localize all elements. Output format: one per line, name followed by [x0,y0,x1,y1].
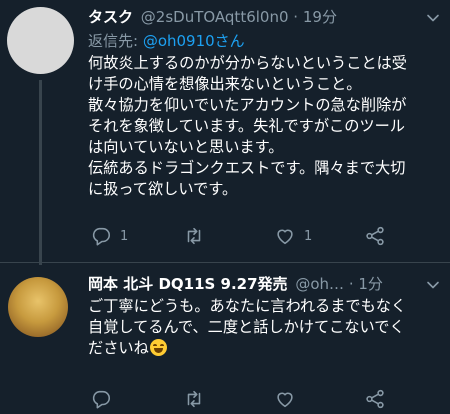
text-line: ご丁寧にどうも。あなたに言われるまでもなく [88,297,407,315]
heart-icon [277,229,293,245]
reply-to: 返信先: @oh0910さん [88,31,245,51]
reply-count: 1 [120,228,129,244]
avatar[interactable] [7,7,74,74]
chevron-down-icon[interactable] [425,277,441,293]
share-button[interactable] [364,224,386,248]
timestamp[interactable]: 1分 [358,275,383,293]
tweet[interactable]: 岡本 北斗 DQ11S 9.27発売 @oh… · 1分 ご丁寧にどうも。あなた… [0,262,450,414]
retweet-icon [187,227,201,245]
text-line: は向いていないと思います。 [88,138,284,156]
text-line-last: ださいね [88,338,406,359]
like-button[interactable]: 1 [274,224,312,248]
reply-handle-link[interactable]: @oh0910さん [143,32,245,50]
author-name[interactable]: タスク [88,8,133,26]
chevron-down-icon[interactable] [425,10,441,26]
text-line: それを象徴しています。失礼ですがこのツール [88,117,405,135]
tweet-header: タスク @2sDuTOAqtt6l0n0 · 19分 [88,7,337,27]
reply-button[interactable]: 1 [90,224,128,248]
author-handle[interactable]: @oh… [295,275,344,293]
author-name[interactable]: 岡本 北斗 DQ11S 9.27発売 [88,275,288,293]
author-handle[interactable]: @2sDuTOAqtt6l0n0 [141,8,289,26]
like-button[interactable] [274,387,296,411]
separator: · [348,275,354,293]
action-bar [88,387,418,411]
reply-button[interactable] [90,387,112,411]
reply-icon [92,390,111,409]
tweet-text: ご丁寧にどうも。あなたに言われるまでもなく 自覚してるんで、二度と話しかけてこな… [88,296,406,359]
share-icon [366,389,384,409]
like-count: 1 [304,228,313,244]
text-line: 何故炎上するのかが分からないということは受 [88,54,407,72]
retweet-icon [187,390,201,408]
text-line: ださいね [88,339,149,357]
grinning-face-icon [149,339,167,356]
timestamp[interactable]: 19分 [303,8,337,26]
heart-icon [277,392,293,408]
text-line: 散々協力を仰いでいたアカウントの急な削除が [88,96,407,114]
separator: · [293,8,299,26]
thread-line [39,80,42,265]
tweet-text: 何故炎上するのかが分からないということは受 け手の心情を想像出来ないということ。… [88,53,407,200]
tweet-header: 岡本 北斗 DQ11S 9.27発売 @oh… · 1分 [88,274,383,294]
retweet-button[interactable] [183,387,205,411]
text-line: け手の心情を想像出来ないということ。 [88,75,362,93]
retweet-button[interactable] [183,224,213,248]
avatar[interactable] [8,277,68,337]
share-button[interactable] [364,387,386,411]
reply-icon [92,227,111,246]
reply-prefix: 返信先: [88,32,143,50]
text-line: 自覚してるんで、二度と話しかけてこないでく [88,318,405,336]
text-line: に扱って欲しいです。 [88,180,238,198]
tweet[interactable]: タスク @2sDuTOAqtt6l0n0 · 19分 返信先: @oh0910さ… [0,0,450,265]
action-bar: 1 1 [88,224,418,248]
share-icon [366,226,384,246]
text-line: 伝統あるドラゴンクエストです。隅々まで大切 [88,159,406,177]
